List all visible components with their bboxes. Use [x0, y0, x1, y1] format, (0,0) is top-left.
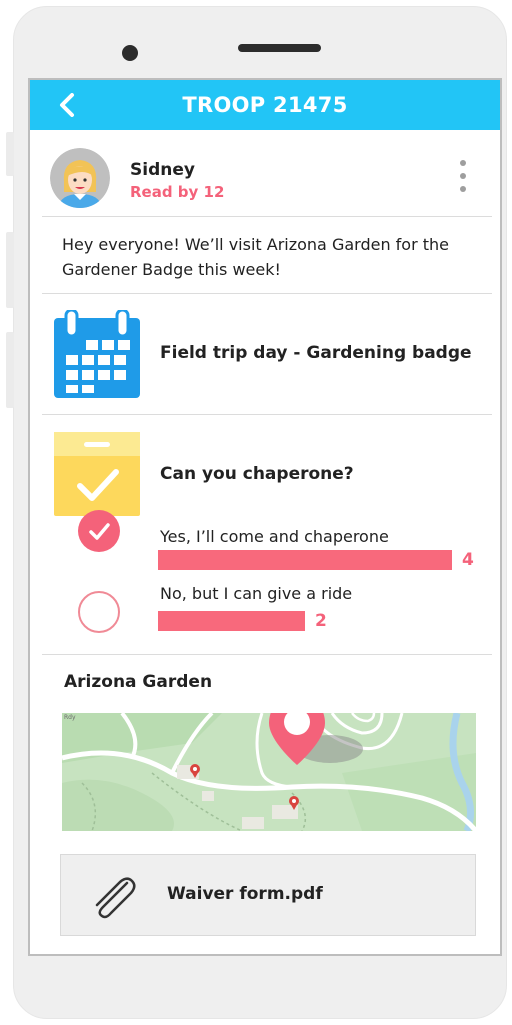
poll-result-count: 4: [462, 550, 474, 570]
page-title: TROOP 21475: [182, 93, 348, 117]
divider: [42, 216, 492, 217]
map-view[interactable]: Rdy: [62, 713, 476, 831]
poll-option-radio-selected[interactable]: [78, 510, 120, 552]
map-pin-icon[interactable]: [269, 713, 325, 765]
event-title: Field trip day - Gardening badge: [160, 343, 472, 363]
side-button-top: [6, 132, 14, 176]
divider: [42, 293, 492, 294]
poll-result-count: 2: [315, 611, 327, 631]
poll-result-bar: [158, 611, 305, 631]
poll-option-label[interactable]: Yes, I’ll come and chaperone: [160, 527, 389, 546]
avatar[interactable]: [50, 148, 110, 208]
poll-question: Can you chaperone?: [160, 464, 354, 484]
post-author: Sidney: [130, 160, 195, 180]
paperclip-icon: [95, 877, 136, 919]
earpiece-speaker: [238, 44, 321, 52]
check-icon: [89, 523, 110, 540]
more-vertical-icon[interactable]: [458, 159, 468, 193]
location-title: Arizona Garden: [64, 672, 213, 692]
poll-result-bar: [158, 550, 452, 570]
app-screen: TROOP 21475 Sidney Read by 12 Hey everyo…: [28, 78, 502, 956]
poll-option-radio[interactable]: [78, 591, 120, 633]
read-count[interactable]: Read by 12: [130, 183, 224, 201]
side-button-middle: [6, 232, 14, 308]
attachment-filename[interactable]: Waiver form.pdf: [167, 884, 323, 904]
calendar-icon: [54, 310, 140, 398]
poll-option-label[interactable]: No, but I can give a ride: [160, 584, 352, 603]
app-bar: TROOP 21475: [30, 80, 500, 130]
ballot-box-icon: [54, 432, 140, 516]
chevron-left-icon[interactable]: [56, 93, 80, 117]
map-label: Rdy: [64, 714, 76, 721]
side-button-bottom: [6, 332, 14, 408]
divider: [42, 414, 492, 415]
front-camera: [122, 45, 138, 61]
divider: [42, 654, 492, 655]
post-message: Hey everyone! We’ll visit Arizona Garden…: [62, 235, 450, 279]
attachment-card[interactable]: Waiver form.pdf: [60, 854, 476, 936]
